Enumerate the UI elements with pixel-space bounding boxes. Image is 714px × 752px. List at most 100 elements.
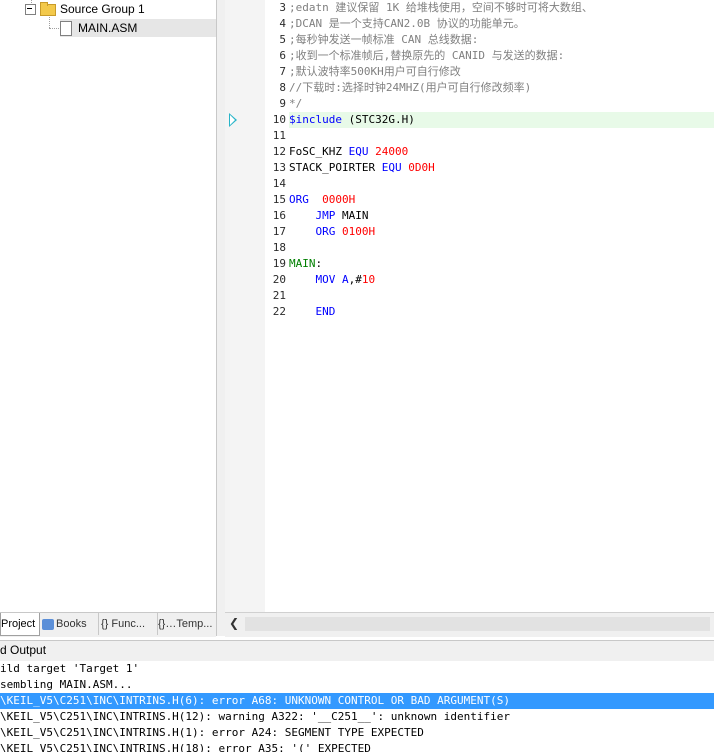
books-icon — [42, 618, 54, 630]
line-number: 16 — [272, 209, 286, 222]
line-number: 6 — [279, 49, 286, 62]
code-line[interactable]: //下载时:选择时钟24MHZ(用户可自行修改频率) — [289, 80, 531, 96]
breakpoint-margin[interactable] — [225, 0, 265, 612]
code-token: (STC32G.H) — [341, 113, 415, 126]
code-line[interactable]: MOV A,#10 — [289, 272, 376, 288]
line-number: 13 — [272, 161, 286, 174]
output-line[interactable]: \KEIL_V5\C251\INC\INTRINS.H(6): error A6… — [0, 693, 714, 709]
line-number: 10 — [272, 113, 286, 126]
line-number: 7 — [279, 65, 286, 78]
code-token: ;每秒钟发送一帧标准 CAN 总线数据: — [289, 33, 479, 46]
code-line[interactable]: ORG 0000H — [289, 192, 355, 208]
code-line[interactable]: STACK_POIRTER EQU 0D0H — [289, 160, 435, 176]
output-line[interactable]: \KEIL_V5\C251\INC\INTRINS.H(12): warning… — [0, 709, 714, 725]
project-tabs: Project Books {} Func... {}…Temp... — [0, 612, 217, 637]
tab-functions[interactable]: {} Func... — [98, 613, 158, 635]
line-number: 19 — [272, 257, 286, 270]
line-number: 8 — [279, 81, 286, 94]
build-output-title: d Output — [0, 643, 47, 657]
code-line[interactable]: ;每秒钟发送一帧标准 CAN 总线数据: — [289, 32, 478, 48]
line-number: 22 — [272, 305, 286, 318]
output-line[interactable]: sembling MAIN.ASM... — [0, 677, 714, 693]
code-token: 0000H — [322, 193, 356, 206]
code-token: */ — [289, 97, 303, 110]
tree-item-label: Source Group 1 — [60, 2, 145, 16]
tab-label: {}…Temp... — [158, 618, 213, 630]
code-line[interactable]: */ — [289, 96, 302, 112]
output-line[interactable]: \KEIL_V5\C251\INC\INTRINS.H(18): error A… — [0, 741, 714, 752]
code-token: $include — [289, 113, 342, 126]
code-line[interactable]: ;默认波特率500KH用户可自行修改 — [289, 64, 461, 80]
line-number: 17 — [272, 225, 286, 238]
editor-horizontal-scrollbar[interactable]: ❮ — [225, 612, 714, 637]
code-editor[interactable]: 3 ;edatn 建议保留 1K 给堆栈使用，空间不够时可将大数组、 4 ;DCAN … — [225, 0, 714, 612]
line-number: 5 — [279, 33, 286, 46]
tree-connector — [49, 28, 59, 29]
code-token: MAIN — [335, 209, 369, 222]
code-token: //下载时:选择时钟24MHZ(用户可自行修改频率) — [289, 81, 532, 94]
line-number: 3 — [279, 1, 286, 14]
line-number: 9 — [279, 97, 286, 110]
code-line[interactable]: ;edatn 建议保留 1K 给堆栈使用，空间不够时可将大数组、 — [289, 0, 593, 16]
output-line[interactable]: \KEIL_V5\C251\INC\INTRINS.H(1): error A2… — [0, 725, 714, 741]
code-token: MAIN — [289, 257, 316, 270]
tab-project[interactable]: Project — [0, 613, 40, 636]
output-line[interactable]: ild target 'Target 1' — [0, 661, 714, 677]
code-token: 24000 — [375, 145, 409, 158]
code-token: ORG — [315, 225, 336, 238]
code-token: END — [315, 305, 336, 318]
tab-templates[interactable]: {}…Temp... — [156, 613, 217, 635]
tree-item-label: MAIN.ASM — [78, 21, 138, 35]
line-number: 18 — [272, 241, 286, 254]
code-token: ;默认波特率500KH用户可自行修改 — [289, 65, 461, 78]
line-number: 20 — [272, 273, 286, 286]
code-token: 10 — [361, 273, 376, 286]
tab-label: Project — [1, 618, 36, 630]
code-line[interactable]: ;收到一个标准帧后,替换原先的 CANID 与发送的数据: — [289, 48, 564, 64]
code-token: : — [315, 257, 323, 270]
code-token: ORG — [289, 193, 309, 206]
tree-item-main-asm[interactable]: MAIN.ASM — [60, 19, 216, 37]
line-number: 4 — [279, 17, 286, 30]
scrollbar-track[interactable] — [245, 617, 710, 631]
code-line[interactable]: MAIN: — [289, 256, 322, 272]
tree-item-source-group[interactable]: Source Group 1 — [25, 0, 145, 18]
file-icon — [60, 21, 72, 37]
code-token: ;edatn 建议保留 1K 给堆栈使用，空间不够时可将大数组、 — [289, 1, 593, 14]
code-token: A — [342, 273, 349, 286]
code-token: EQU — [381, 161, 402, 174]
tab-label: Books — [56, 618, 87, 630]
code-line[interactable]: $include (STC32G.H) — [289, 112, 415, 128]
line-number: 11 — [272, 129, 286, 142]
code-line[interactable]: END — [289, 304, 336, 320]
code-token: ;DCAN 是一个支持CAN2.0B 协议的功能单元。 — [289, 17, 525, 30]
code-token: MOV — [315, 273, 336, 286]
code-token: JMP — [315, 209, 336, 222]
code-line[interactable]: FoSC_KHZ EQU 24000 — [289, 144, 408, 160]
code-line[interactable]: ORG 0100H — [289, 224, 376, 240]
code-line[interactable]: JMP MAIN — [289, 208, 369, 224]
tab-books[interactable]: Books — [40, 613, 99, 635]
code-token: EQU — [348, 145, 369, 158]
collapse-icon[interactable] — [25, 4, 36, 16]
tree-connector — [49, 17, 50, 28]
line-number: 14 — [272, 177, 286, 190]
line-number: 21 — [272, 289, 286, 302]
code-line[interactable]: ;DCAN 是一个支持CAN2.0B 协议的功能单元。 — [289, 16, 525, 32]
line-number: 15 — [272, 193, 286, 206]
code-token: ,# — [348, 273, 362, 286]
folder-icon — [40, 1, 56, 16]
scroll-left-icon[interactable]: ❮ — [229, 616, 239, 630]
code-token: STACK_POIRTER — [289, 161, 382, 174]
current-line-arrow-icon-inner — [230, 115, 235, 125]
line-number: 12 — [272, 145, 286, 158]
build-output-titlebar: d Output — [0, 640, 714, 662]
code-token: ;收到一个标准帧后,替换原先的 CANID 与发送的数据: — [289, 49, 565, 62]
build-output-panel[interactable]: ild target 'Target 1' sembling MAIN.ASM..… — [0, 661, 714, 752]
code-token: 0D0H — [408, 161, 435, 174]
